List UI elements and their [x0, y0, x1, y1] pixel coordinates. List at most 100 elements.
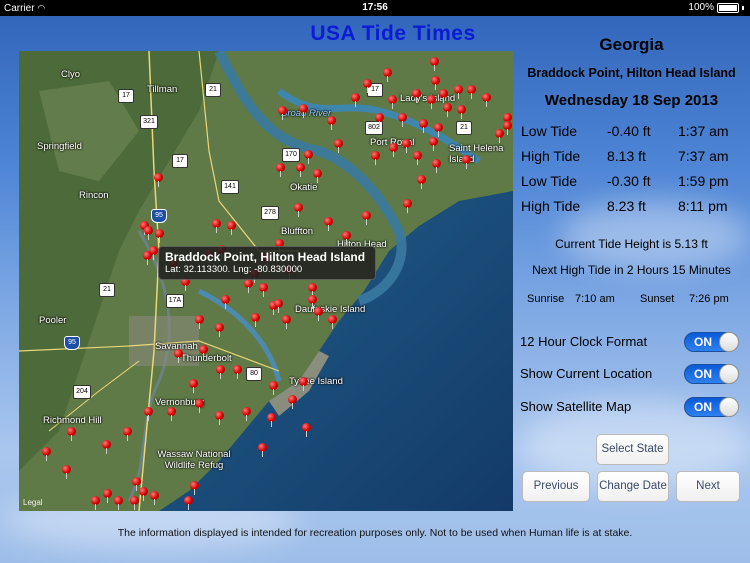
tide-station-pin[interactable] — [304, 150, 313, 164]
tide-station-pin[interactable] — [282, 315, 291, 329]
tide-station-pin[interactable] — [267, 413, 276, 427]
legal-link[interactable]: Legal — [23, 498, 43, 507]
tide-station-pin[interactable] — [375, 113, 384, 127]
tide-station-pin[interactable] — [432, 159, 441, 173]
tide-station-pin[interactable] — [324, 217, 333, 231]
tide-station-pin[interactable] — [299, 104, 308, 118]
tide-station-pin[interactable] — [417, 175, 426, 189]
tide-station-pin[interactable] — [454, 85, 463, 99]
tide-station-pin[interactable] — [398, 113, 407, 127]
tide-station-pin[interactable] — [363, 79, 372, 93]
tide-station-pin[interactable] — [413, 151, 422, 165]
change-date-button[interactable]: Change Date — [597, 471, 669, 502]
tide-station-pin[interactable] — [389, 143, 398, 157]
tide-station-pin[interactable] — [313, 169, 322, 183]
tide-station-pin[interactable] — [371, 151, 380, 165]
sunset-time: 7:26 pm — [689, 293, 729, 305]
tide-station-pin[interactable] — [457, 105, 466, 119]
tide-station-pin[interactable] — [430, 57, 439, 71]
tide-station-pin[interactable] — [327, 116, 336, 130]
station-callout[interactable]: Braddock Point, Hilton Head Island Lat: … — [158, 246, 376, 280]
place-label: Bluffton — [281, 226, 314, 237]
tide-station-pin[interactable] — [155, 229, 164, 243]
previous-button[interactable]: Previous — [522, 471, 590, 502]
tide-station-pin[interactable] — [276, 163, 285, 177]
tide-station-pin[interactable] — [103, 489, 112, 503]
tide-station-pin[interactable] — [388, 95, 397, 109]
tide-station-pin[interactable] — [102, 440, 111, 454]
tide-station-pin[interactable] — [334, 139, 343, 153]
tide-station-pin[interactable] — [144, 226, 153, 240]
tide-station-pin[interactable] — [174, 349, 183, 363]
next-button[interactable]: Next — [676, 471, 740, 502]
tide-station-pin[interactable] — [221, 295, 230, 309]
tide-station-pin[interactable] — [383, 68, 392, 82]
tide-station-pin[interactable] — [431, 76, 440, 90]
tide-station-pin[interactable] — [439, 89, 448, 103]
select-state-button[interactable]: Select State — [596, 434, 669, 465]
tide-station-pin[interactable] — [154, 173, 163, 187]
place-label: Tillman — [147, 84, 178, 95]
tide-station-pin[interactable] — [503, 121, 512, 135]
tide-station-pin[interactable] — [419, 119, 428, 133]
current-location-toggle[interactable]: ON — [684, 364, 739, 384]
tide-station-pin[interactable] — [244, 279, 253, 293]
tide-station-pin[interactable] — [139, 487, 148, 501]
tide-station-pin[interactable] — [362, 211, 371, 225]
tide-station-pin[interactable] — [227, 221, 236, 235]
satellite-map[interactable]: Clyo Tillman Springfield Rincon Okatie B… — [19, 51, 513, 511]
tide-station-pin[interactable] — [167, 407, 176, 421]
satellite-map-toggle[interactable]: ON — [684, 397, 739, 417]
tide-station-pin[interactable] — [195, 399, 204, 413]
tide-station-pin[interactable] — [259, 283, 268, 297]
tide-station-pin[interactable] — [278, 106, 287, 120]
tide-station-pin[interactable] — [402, 139, 411, 153]
tide-station-pin[interactable] — [123, 427, 132, 441]
tide-station-pin[interactable] — [443, 103, 452, 117]
tide-station-pin[interactable] — [242, 407, 251, 421]
tide-station-pin[interactable] — [314, 307, 323, 321]
tide-station-pin[interactable] — [189, 379, 198, 393]
tide-station-pin[interactable] — [130, 496, 139, 510]
tide-station-pin[interactable] — [299, 377, 308, 391]
tide-station-pin[interactable] — [351, 93, 360, 107]
place-label: Daufuskie Island — [295, 304, 366, 315]
tide-station-pin[interactable] — [199, 345, 208, 359]
tide-station-pin[interactable] — [62, 465, 71, 479]
tide-station-pin[interactable] — [215, 411, 224, 425]
tide-station-pin[interactable] — [495, 129, 504, 143]
tide-station-pin[interactable] — [302, 423, 311, 437]
tide-station-pin[interactable] — [296, 163, 305, 177]
tide-station-pin[interactable] — [482, 93, 491, 107]
tide-station-pin[interactable] — [462, 155, 471, 169]
tide-station-pin[interactable] — [184, 496, 193, 510]
tide-station-pin[interactable] — [144, 407, 153, 421]
tide-station-pin[interactable] — [258, 443, 267, 457]
tide-station-pin[interactable] — [412, 89, 421, 103]
tide-station-pin[interactable] — [42, 447, 51, 461]
tide-station-pin[interactable] — [251, 313, 260, 327]
tide-station-pin[interactable] — [216, 365, 225, 379]
tide-station-pin[interactable] — [269, 381, 278, 395]
clock-format-toggle[interactable]: ON — [684, 332, 739, 352]
tide-station-pin[interactable] — [149, 246, 158, 260]
tide-station-pin[interactable] — [91, 496, 100, 510]
tide-station-pin[interactable] — [150, 491, 159, 505]
tide-station-pin[interactable] — [294, 203, 303, 217]
tide-station-pin[interactable] — [215, 323, 224, 337]
tide-station-pin[interactable] — [328, 315, 337, 329]
tide-station-pin[interactable] — [403, 199, 412, 213]
tide-station-pin[interactable] — [274, 299, 283, 313]
tide-station-pin[interactable] — [114, 496, 123, 510]
tide-station-pin[interactable] — [212, 219, 221, 233]
tide-station-pin[interactable] — [233, 365, 242, 379]
tide-station-pin[interactable] — [467, 85, 476, 99]
tide-station-pin[interactable] — [288, 395, 297, 409]
tide-station-pin[interactable] — [429, 137, 438, 151]
tide-station-pin[interactable] — [195, 315, 204, 329]
tide-station-pin[interactable] — [427, 95, 436, 109]
tide-station-pin[interactable] — [342, 231, 351, 245]
tide-station-pin[interactable] — [67, 427, 76, 441]
tide-station-pin[interactable] — [190, 481, 199, 495]
tide-station-pin[interactable] — [434, 123, 443, 137]
